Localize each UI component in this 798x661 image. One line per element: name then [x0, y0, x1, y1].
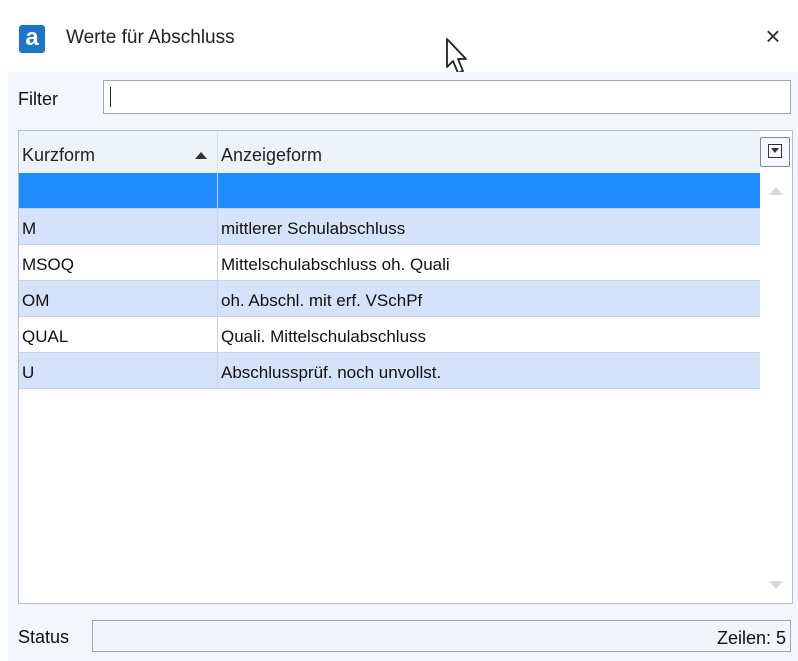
table-row[interactable]: OM oh. Abschl. mit erf. VSchPf	[19, 281, 760, 317]
column-header-anzeigeform-label: Anzeigeform	[221, 145, 323, 165]
dialog-window: a Werte für Abschluss × Filter Kurzform …	[0, 0, 798, 661]
table-row[interactable]	[19, 173, 760, 209]
cell-anzeigeform: Abschlussprüf. noch unvollst.	[221, 363, 442, 382]
table-row[interactable]: MSOQ Mittelschulabschluss oh. Quali	[19, 245, 760, 281]
scroll-down-icon[interactable]	[769, 581, 783, 589]
close-button[interactable]: ×	[755, 18, 791, 54]
table-row[interactable]: QUAL Quali. Mittelschulabschluss	[19, 317, 760, 353]
cell-kurzform	[19, 173, 218, 208]
table-row[interactable]: M mittlerer Schulabschluss	[19, 209, 760, 245]
cell-anzeigeform: oh. Abschl. mit erf. VSchPf	[221, 291, 423, 310]
scroll-up-icon[interactable]	[769, 187, 783, 195]
cell-kurzform: QUAL	[19, 317, 218, 352]
cell-kurzform: M	[19, 209, 218, 244]
column-chooser-button[interactable]	[760, 137, 790, 167]
filter-input[interactable]	[103, 80, 791, 114]
values-grid: Kurzform Anzeigeform M mittlerer Schulab…	[18, 130, 793, 604]
column-header-anzeigeform[interactable]: Anzeigeform	[218, 131, 760, 173]
grid-header: Kurzform Anzeigeform	[19, 131, 760, 174]
cell-kurzform: MSOQ	[19, 245, 218, 280]
status-label: Status	[18, 627, 70, 647]
cell-kurzform: OM	[19, 281, 218, 316]
column-header-kurzform-label: Kurzform	[22, 145, 96, 165]
column-header-kurzform[interactable]: Kurzform	[19, 131, 218, 173]
app-logo-icon: a	[19, 25, 45, 53]
table-row[interactable]: U Abschlussprüf. noch unvollst.	[19, 353, 760, 389]
title-bar: a Werte für Abschluss ×	[0, 0, 798, 74]
cell-anzeigeform: Quali. Mittelschulabschluss	[221, 327, 427, 346]
window-title: Werte für Abschluss	[66, 27, 235, 48]
mouse-pointer-icon	[446, 38, 467, 74]
vertical-scrollbar[interactable]	[760, 173, 792, 603]
row-count-text: Zeilen: 5	[716, 628, 786, 648]
sort-ascending-icon	[195, 152, 207, 159]
filter-label: Filter	[18, 89, 58, 109]
cell-kurzform: U	[19, 353, 218, 388]
cell-anzeigeform: Mittelschulabschluss oh. Quali	[221, 255, 450, 274]
status-bar: Zeilen: 5	[92, 620, 791, 652]
column-chooser-icon	[768, 144, 782, 158]
cell-anzeigeform	[218, 173, 760, 208]
text-caret	[110, 87, 111, 107]
cell-anzeigeform: mittlerer Schulabschluss	[221, 219, 406, 238]
